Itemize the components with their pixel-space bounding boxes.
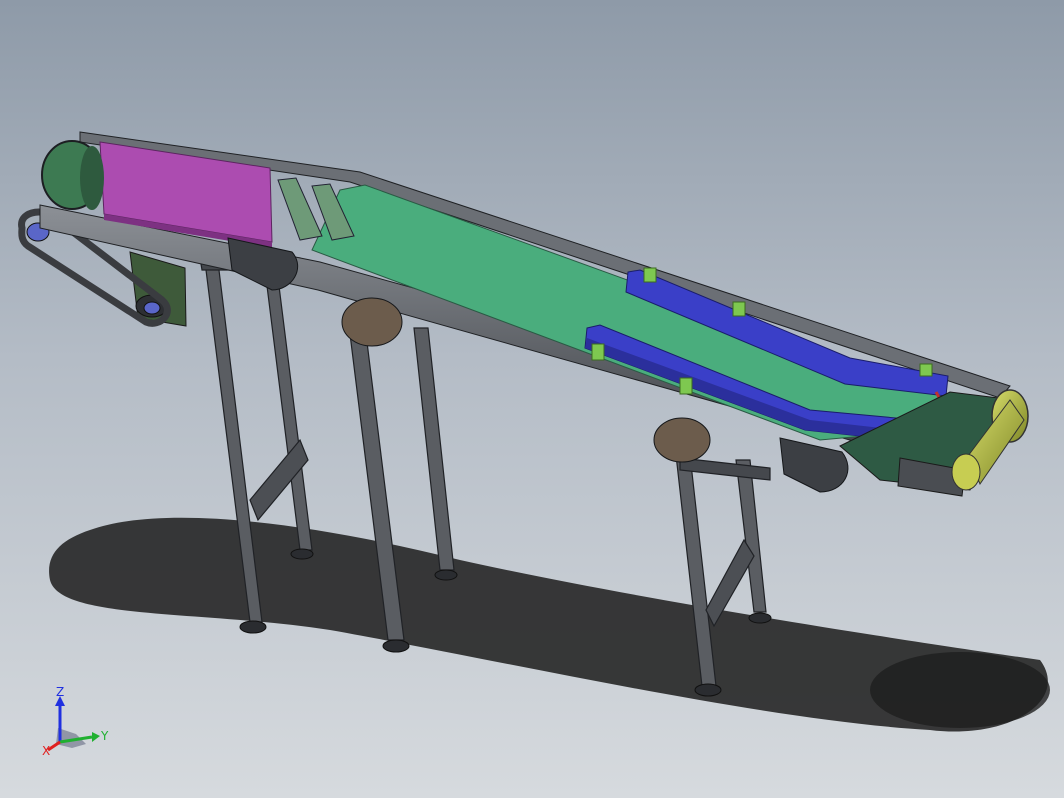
triad-x-label: X	[42, 744, 50, 758]
cad-viewport[interactable]: Z Y X	[0, 0, 1064, 798]
head-drum	[41, 140, 104, 210]
orientation-triad: Z Y X	[42, 685, 109, 758]
triad-z-label: Z	[56, 685, 64, 699]
triad-y-label: Y	[100, 729, 109, 743]
conveyor-model-view[interactable]: Z Y X	[0, 0, 1064, 798]
floor-shadow	[49, 517, 1050, 732]
